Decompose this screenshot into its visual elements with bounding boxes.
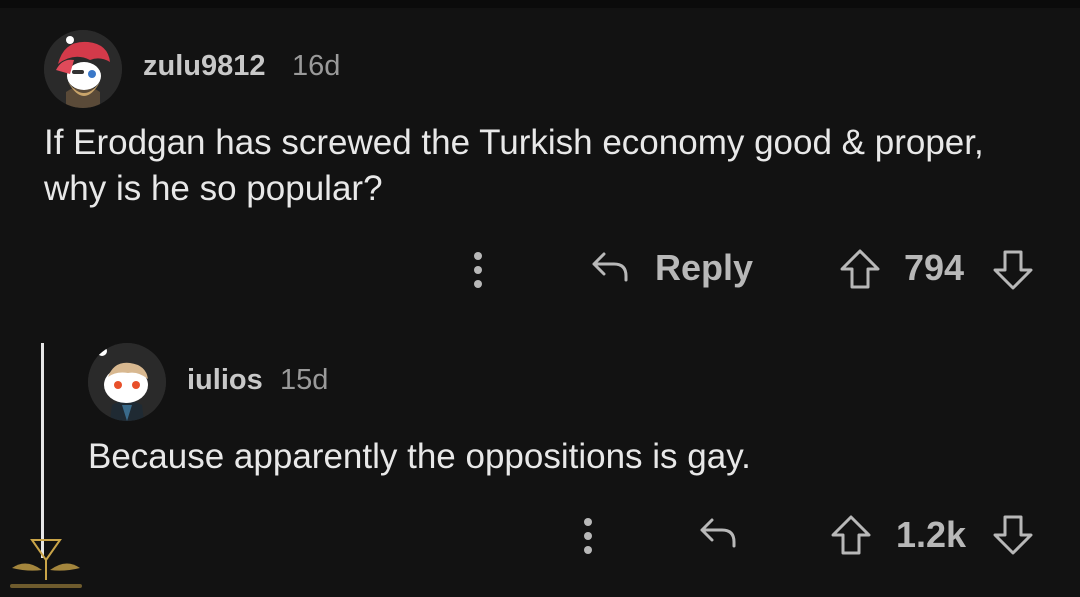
comment-username[interactable]: iulios — [187, 364, 263, 397]
comment-body: Because apparently the oppositions is ga… — [88, 437, 751, 476]
comment-age: 15d — [280, 364, 329, 396]
avatar-image — [88, 343, 166, 421]
top-edge — [0, 0, 1080, 8]
downvote-arrow-icon[interactable] — [992, 514, 1034, 556]
reply-button[interactable]: Reply — [655, 247, 753, 289]
avatar[interactable] — [88, 343, 166, 421]
comment-body: If Erodgan has screwed the Turkish econo… — [44, 123, 984, 208]
reply-arrow-icon[interactable] — [590, 250, 630, 284]
reply-arrow-icon[interactable] — [698, 516, 738, 550]
avatar-image — [44, 30, 122, 108]
downvote-arrow-icon[interactable] — [992, 249, 1034, 291]
comment-username[interactable]: zulu9812 — [143, 50, 266, 83]
avatar[interactable] — [44, 30, 122, 108]
upvote-arrow-icon[interactable] — [830, 514, 872, 556]
vote-score: 794 — [904, 247, 965, 288]
comment-age: 16d — [292, 50, 341, 82]
more-options-icon[interactable] — [583, 518, 593, 554]
comment-thread: zulu9812 16d If Erodgan has screwed the … — [0, 0, 1080, 597]
thread-collapse-line[interactable] — [41, 343, 44, 558]
more-options-icon[interactable] — [473, 252, 483, 288]
watermark-logo — [10, 539, 82, 588]
upvote-arrow-icon[interactable] — [839, 248, 881, 290]
vote-score: 1.2k — [896, 514, 967, 555]
